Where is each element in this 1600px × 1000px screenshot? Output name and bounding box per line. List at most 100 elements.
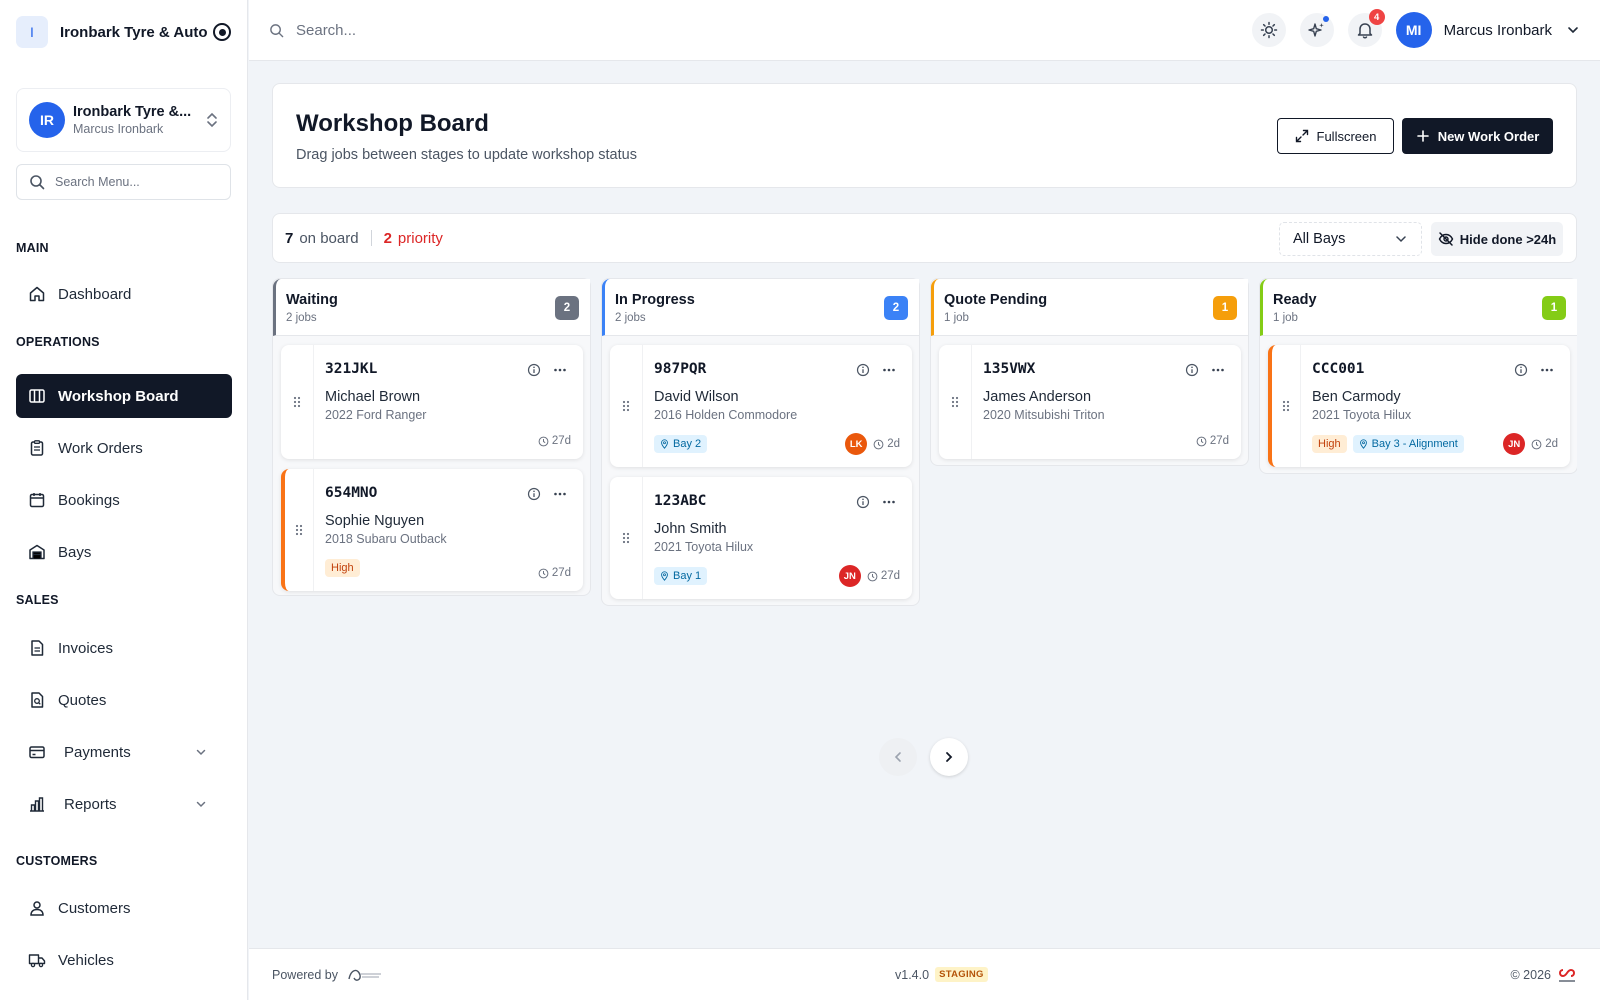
board-next-button[interactable] (930, 738, 968, 776)
notifications-button[interactable]: 4 (1347, 9, 1385, 47)
info-icon[interactable] (527, 487, 541, 501)
nav-vehicles[interactable]: Vehicles (16, 938, 232, 982)
partner-logo (348, 969, 382, 981)
vehicle-description: 2018 Subaru Outback (325, 532, 447, 546)
nav-work-orders[interactable]: Work Orders (16, 426, 232, 470)
column-header: Waiting 2 jobs 2 (273, 279, 590, 336)
credit-card-icon (29, 746, 45, 759)
vehicle-plate: 135VWX (983, 361, 1036, 377)
more-icon[interactable] (882, 363, 896, 377)
nav-bays[interactable]: Bays (16, 530, 232, 574)
job-card[interactable]: 135VWX James Anderson 2020 Mitsubishi Trit… (939, 345, 1241, 459)
bay-filter-select[interactable]: All Bays (1279, 222, 1422, 256)
card-actions (527, 363, 567, 377)
drag-handle[interactable] (285, 469, 314, 591)
bay-label: Bay 1 (673, 570, 702, 582)
nav-bookings[interactable]: Bookings (16, 478, 232, 522)
more-icon[interactable] (1540, 363, 1554, 377)
theme-toggle-button[interactable] (1251, 13, 1286, 47)
nav-bookings-label: Bookings (58, 491, 120, 509)
ai-assistant-button[interactable] (1299, 13, 1334, 47)
page-header: Workshop Board Drag jobs between stages … (272, 83, 1577, 188)
calendar-icon (29, 493, 45, 508)
vehicle-description: 2016 Holden Commodore (654, 408, 798, 422)
drag-handle[interactable] (610, 345, 643, 467)
info-icon[interactable] (1514, 363, 1528, 377)
card-meta: 27d (538, 567, 571, 579)
job-card[interactable]: CCC001 Ben Carmody 2021 Toyota Hilux High Ba… (1268, 345, 1570, 467)
column-job-count: 1 job (1273, 312, 1298, 324)
new-work-order-button[interactable]: New Work Order (1402, 118, 1553, 154)
user-avatar[interactable]: MI (1395, 12, 1432, 48)
vehicle-plate: 654MNO (325, 485, 378, 501)
brand-bar: I Ironbark Tyre & Auto (0, 0, 247, 64)
job-card[interactable]: 654MNO Sophie Nguyen 2018 Subaru Outback Hi… (281, 469, 583, 591)
job-card[interactable]: 321JKL Michael Brown 2022 Ford Ranger 27d (281, 345, 583, 459)
stats-divider (370, 230, 372, 246)
board-prev-button[interactable] (879, 738, 917, 776)
drag-handle[interactable] (939, 345, 972, 459)
hide-done-label: Hide done >24h (1459, 231, 1557, 247)
technician-avatar[interactable]: JN (838, 565, 861, 587)
brand-name: Ironbark Tyre & Auto (60, 23, 208, 41)
more-icon[interactable] (553, 363, 567, 377)
board-column: Waiting 2 jobs 2 321JKL Michael Brown 2022 Fo… (272, 278, 591, 596)
nav-customers[interactable]: Customers (16, 886, 232, 930)
vehicle-description: 2020 Mitsubishi Triton (983, 408, 1105, 422)
drag-handle-icon (622, 400, 630, 412)
info-icon[interactable] (856, 363, 870, 377)
column-count-badge: 2 (884, 296, 908, 320)
technician-avatar[interactable]: LK (845, 433, 868, 455)
column-job-count: 2 jobs (615, 312, 646, 324)
global-search-input[interactable]: Search... (269, 22, 1238, 39)
more-icon[interactable] (882, 495, 896, 509)
info-icon[interactable] (527, 363, 541, 377)
nav-quotes[interactable]: Quotes (16, 678, 232, 722)
user-name[interactable]: Marcus Ironbark (1444, 22, 1552, 39)
card-actions (856, 363, 896, 377)
org-switcher[interactable]: IR Ironbark Tyre &... Marcus Ironbark (16, 88, 231, 152)
job-card[interactable]: 123ABC John Smith 2021 Toyota Hilux Bay 1 JN… (610, 477, 912, 599)
priority-count: 2 (383, 229, 392, 247)
chevron-down-icon[interactable] (1566, 23, 1580, 37)
footer: Powered by v1.4.0 STAGING © 2026 (249, 948, 1600, 1000)
nav-reports[interactable]: Reports (16, 782, 232, 826)
clock-icon (873, 439, 884, 449)
column-job-count: 1 job (944, 312, 969, 324)
board-column: Quote Pending 1 job 1 135VWX James Anderson 2… (930, 278, 1249, 466)
nav-dashboard[interactable]: Dashboard (16, 272, 232, 316)
fullscreen-button[interactable]: Fullscreen (1277, 118, 1394, 154)
more-icon[interactable] (1211, 363, 1225, 377)
garage-icon (29, 544, 45, 560)
chevron-down-icon[interactable] (194, 745, 208, 759)
hide-done-toggle[interactable]: Hide done >24h (1431, 222, 1563, 256)
drag-handle[interactable] (1272, 345, 1301, 467)
copyright-label: © 2026 (1510, 967, 1552, 982)
nav-workshop-board[interactable]: Workshop Board (16, 374, 232, 418)
column-count-badge: 1 (1213, 296, 1237, 320)
technician-avatar[interactable]: JN (1503, 433, 1526, 455)
sidebar-toggle-icon[interactable] (213, 23, 231, 41)
drag-handle[interactable] (281, 345, 314, 459)
menu-search-input[interactable]: Search Menu... (16, 164, 231, 200)
nav-payments[interactable]: Payments (16, 730, 232, 774)
home-icon (29, 286, 45, 302)
nav-invoices[interactable]: Invoices (16, 626, 232, 670)
nav-reports-label: Reports (64, 795, 117, 813)
column-title: Quote Pending (944, 292, 1048, 308)
clock-icon (538, 568, 549, 578)
more-icon[interactable] (553, 487, 567, 501)
on-board-count: 7 (285, 229, 294, 247)
job-age-label: 2d (1545, 438, 1558, 450)
drag-handle-icon (951, 396, 959, 408)
workshop-board: Waiting 2 jobs 2 321JKL Michael Brown 2022 Fo… (272, 278, 1577, 618)
card-meta: LK 2d (845, 433, 900, 455)
card-actions (527, 487, 567, 501)
priority-label: priority (397, 229, 443, 247)
chevron-down-icon[interactable] (194, 797, 208, 811)
job-card[interactable]: 987PQR David Wilson 2016 Holden Commodore B… (610, 345, 912, 467)
info-icon[interactable] (1185, 363, 1199, 377)
info-icon[interactable] (856, 495, 870, 509)
drag-handle[interactable] (610, 477, 643, 599)
board-columns-icon (29, 389, 45, 403)
